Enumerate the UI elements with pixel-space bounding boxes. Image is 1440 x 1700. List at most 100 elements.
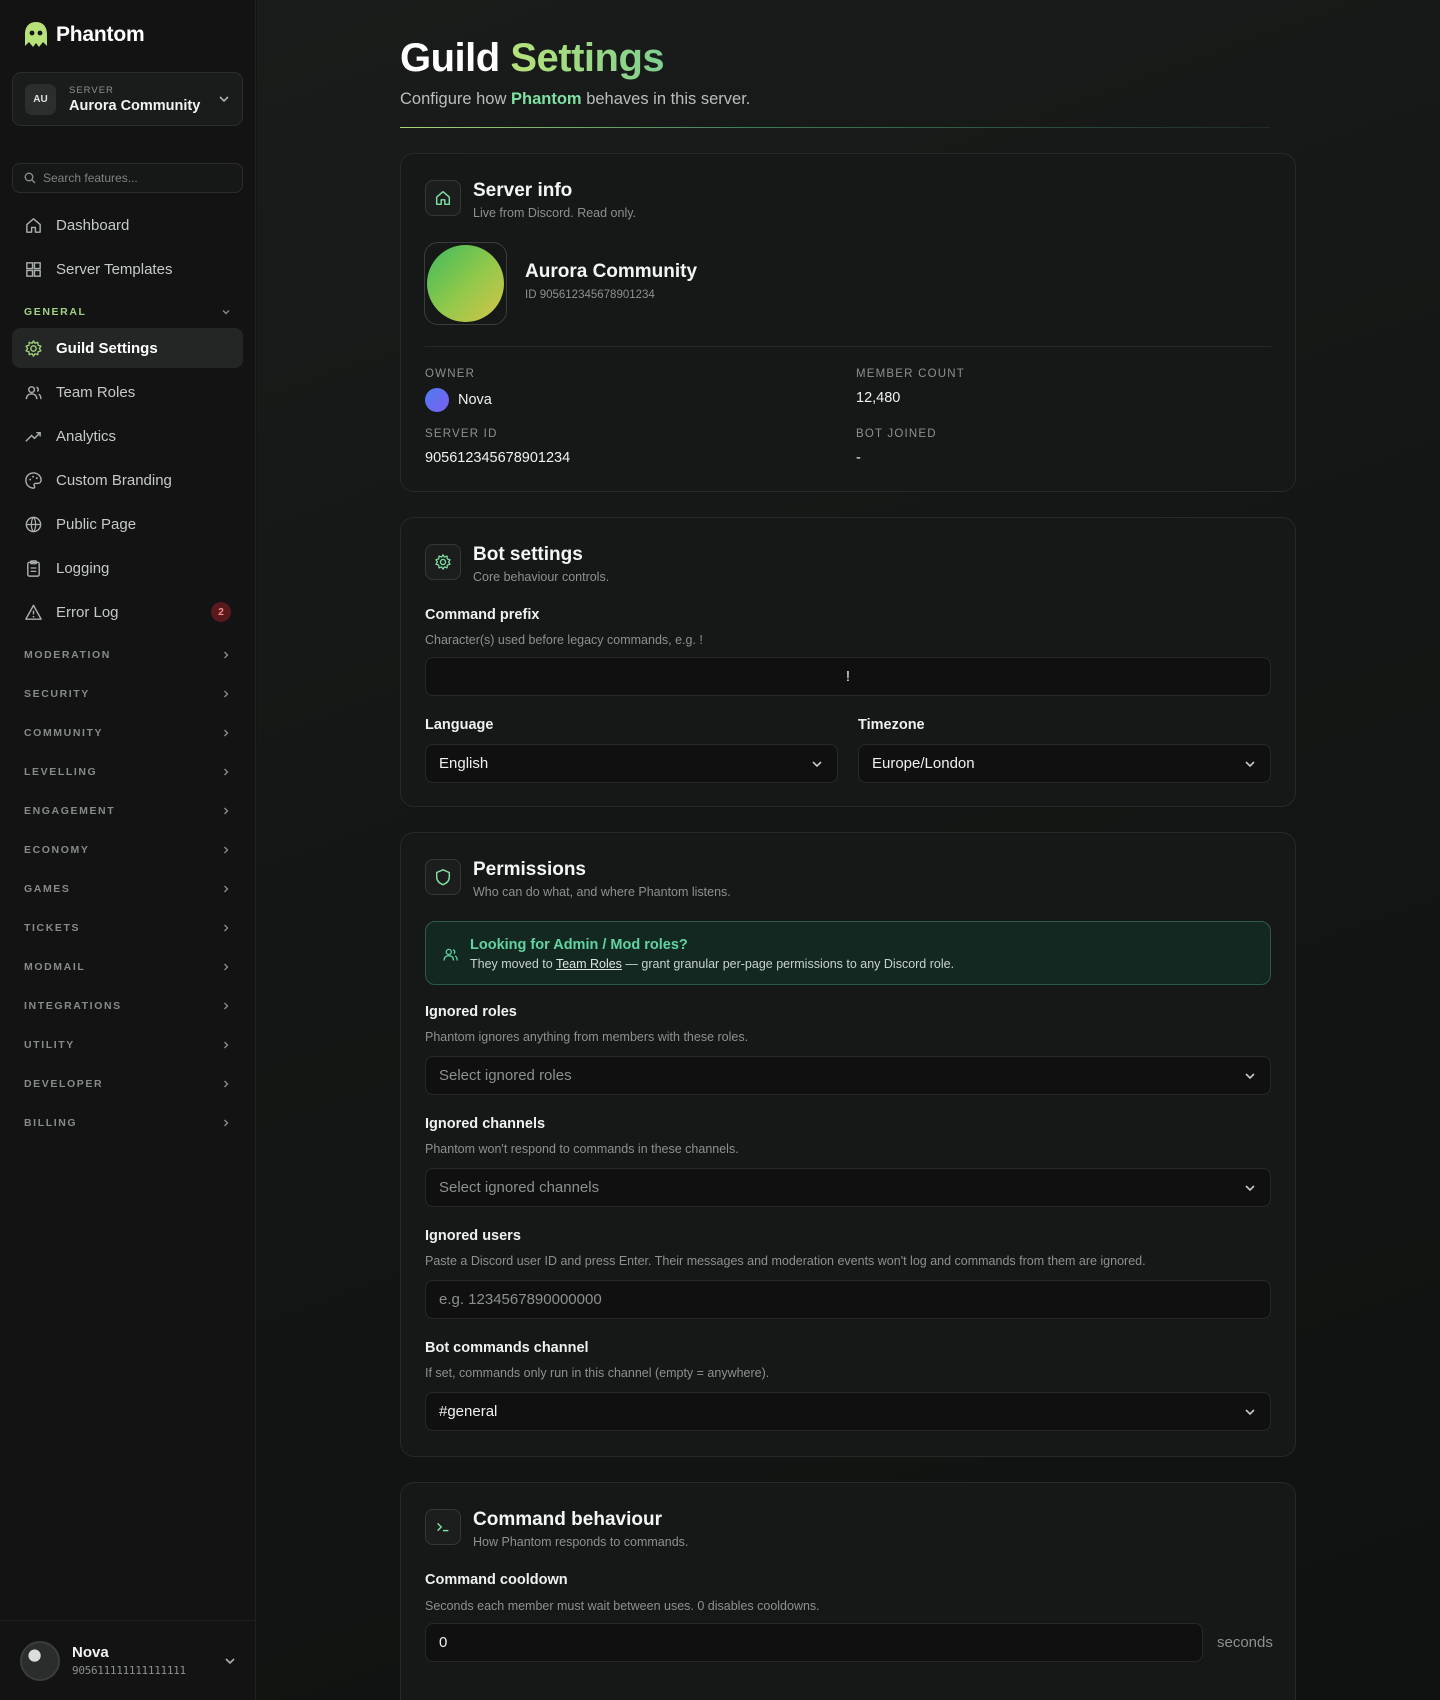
card-title: Command behaviour xyxy=(473,1509,662,1530)
ignored-roles-help: Phantom ignores anything from members wi… xyxy=(425,1030,749,1044)
ignored-roles-select[interactable]: Select ignored roles xyxy=(425,1056,1271,1095)
chevron-right-icon xyxy=(221,650,231,660)
bot-channel-select[interactable]: #general xyxy=(425,1392,1271,1431)
search-icon xyxy=(24,172,36,184)
chevron-down-icon xyxy=(1244,758,1256,770)
chevron-right-icon xyxy=(221,806,231,816)
section-label: SECURITY xyxy=(24,688,90,700)
section-community[interactable]: COMMUNITY xyxy=(24,724,231,742)
divider xyxy=(425,346,1271,347)
owner-label: OWNER xyxy=(425,368,476,380)
section-label: LEVELLING xyxy=(24,766,98,778)
member-count-label: MEMBER COUNT xyxy=(856,368,965,380)
nav-dashboard[interactable]: Dashboard xyxy=(12,205,243,245)
ignored-channels-select[interactable]: Select ignored channels xyxy=(425,1168,1271,1207)
nav-logging[interactable]: Logging xyxy=(12,548,243,588)
gear-icon xyxy=(24,339,43,358)
permissions-card: Permissions Who can do what, and where P… xyxy=(400,832,1296,1457)
chevron-down-icon xyxy=(811,758,823,770)
error-count-badge: 2 xyxy=(211,602,231,622)
brand-name: Phantom xyxy=(56,23,145,46)
warning-icon xyxy=(24,603,43,622)
timezone-select[interactable]: Europe/London xyxy=(858,744,1271,783)
nav-label: Analytics xyxy=(56,427,117,445)
nav-public-page[interactable]: Public Page xyxy=(12,504,243,544)
notice-text: — grant granular per-page permissions to… xyxy=(625,957,955,971)
nav-custom-branding[interactable]: Custom Branding xyxy=(12,460,243,500)
section-billing[interactable]: BILLING xyxy=(24,1114,231,1132)
nav-server-templates[interactable]: Server Templates xyxy=(12,249,243,289)
search-box[interactable] xyxy=(12,163,243,193)
bot-channel-help: If set, commands only run in this channe… xyxy=(425,1366,770,1380)
section-label: GAMES xyxy=(24,883,71,895)
member-count-value: 12,480 xyxy=(856,390,901,406)
chevron-down-icon xyxy=(224,1655,236,1667)
ignored-channels-help: Phantom won't respond to commands in the… xyxy=(425,1142,739,1156)
prefix-input[interactable]: ! xyxy=(425,657,1271,696)
ignored-users-help: Paste a Discord user ID and press Enter.… xyxy=(425,1254,1146,1268)
nav-label: Custom Branding xyxy=(56,471,172,489)
chevron-down-icon xyxy=(221,307,231,317)
section-economy[interactable]: ECONOMY xyxy=(24,841,231,859)
notice-body: They moved to Team Roles — grant granula… xyxy=(470,957,954,971)
section-integrations[interactable]: INTEGRATIONS xyxy=(24,997,231,1015)
users-icon xyxy=(24,383,43,402)
team-roles-link[interactable]: Team Roles xyxy=(556,957,622,971)
chevron-right-icon xyxy=(221,689,231,699)
nav-guild-settings[interactable]: Guild Settings xyxy=(12,328,243,368)
nav-analytics[interactable]: Analytics xyxy=(12,416,243,456)
section-label: BILLING xyxy=(24,1117,78,1129)
section-label: GENERAL xyxy=(24,306,87,318)
section-engagement[interactable]: ENGAGEMENT xyxy=(24,802,231,820)
section-utility[interactable]: UTILITY xyxy=(24,1036,231,1054)
owner-avatar xyxy=(425,388,449,412)
section-label: COMMUNITY xyxy=(24,727,104,739)
server-icon xyxy=(424,242,507,325)
section-games[interactable]: GAMES xyxy=(24,880,231,898)
owner-value: Nova xyxy=(458,392,492,408)
command-behaviour-card: Command behaviour How Phantom responds t… xyxy=(400,1482,1296,1700)
chevron-right-icon xyxy=(221,1001,231,1011)
cooldown-label: Command cooldown xyxy=(425,1572,568,1588)
section-general[interactable]: GENERAL xyxy=(24,303,231,321)
section-tickets[interactable]: TICKETS xyxy=(24,919,231,937)
trend-icon xyxy=(24,427,43,446)
phantom-logo-icon xyxy=(22,20,50,50)
ignored-users-placeholder: e.g. 1234567890000000 xyxy=(439,1291,602,1308)
notice-title: Looking for Admin / Mod roles? xyxy=(470,937,688,953)
chevron-right-icon xyxy=(221,728,231,738)
notice-text: They moved to xyxy=(470,957,553,971)
server-id-value: 905612345678901234 xyxy=(425,450,571,466)
user-bar[interactable]: Nova 905611111111111111 xyxy=(0,1620,256,1700)
ignored-users-input[interactable]: e.g. 1234567890000000 xyxy=(425,1280,1271,1319)
section-modmail[interactable]: MODMAIL xyxy=(24,958,231,976)
section-label: INTEGRATIONS xyxy=(24,1000,122,1012)
cooldown-input[interactable]: 0 xyxy=(425,1623,1203,1662)
ignored-roles-label: Ignored roles xyxy=(425,1004,517,1020)
sidebar: Phantom AU SERVER Aurora Community Dashb… xyxy=(0,0,256,1700)
nav-label: Guild Settings xyxy=(56,339,158,357)
section-label: MODERATION xyxy=(24,649,111,661)
section-moderation[interactable]: MODERATION xyxy=(24,646,231,664)
brand[interactable]: Phantom xyxy=(22,20,145,50)
language-value: English xyxy=(439,755,489,772)
globe-icon xyxy=(24,515,43,534)
terminal-icon xyxy=(425,1509,461,1545)
title-divider xyxy=(400,127,1270,128)
server-picker[interactable]: AU SERVER Aurora Community xyxy=(12,72,243,126)
section-levelling[interactable]: LEVELLING xyxy=(24,763,231,781)
team-roles-notice: Looking for Admin / Mod roles? They move… xyxy=(425,921,1271,985)
page-title-main: Guild xyxy=(400,36,500,80)
section-developer[interactable]: DEVELOPER xyxy=(24,1075,231,1093)
nav-label: Logging xyxy=(56,559,110,577)
section-security[interactable]: SECURITY xyxy=(24,685,231,703)
chevron-down-icon xyxy=(1244,1182,1256,1194)
search-input[interactable] xyxy=(43,171,223,185)
main-content: Guild Settings Configure how Phantom beh… xyxy=(257,0,1440,1700)
nav-team-roles[interactable]: Team Roles xyxy=(12,372,243,412)
prefix-help: Character(s) used before legacy commands… xyxy=(425,633,703,647)
language-select[interactable]: English xyxy=(425,744,838,783)
chevron-right-icon xyxy=(221,845,231,855)
avatar xyxy=(20,1640,60,1681)
nav-error-log[interactable]: Error Log 2 xyxy=(12,592,243,632)
